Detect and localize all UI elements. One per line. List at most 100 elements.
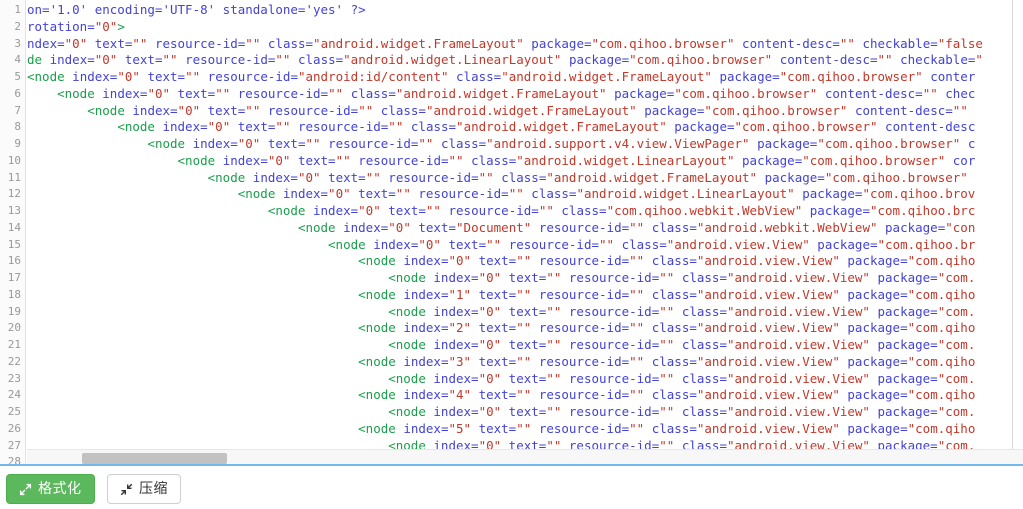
code-token-val: "" — [395, 186, 411, 202]
code-token-punc — [290, 52, 298, 67]
code-token-punc — [893, 52, 901, 67]
compress-button[interactable]: 压缩 — [106, 474, 181, 504]
code-token-val: "android.view.View" — [666, 236, 810, 252]
horizontal-scrollbar-thumb[interactable] — [82, 453, 227, 464]
code-token-punc — [501, 304, 509, 319]
code-token-val: "com.qihoo.webkit.WebView" — [606, 203, 803, 218]
code-token-attr: text= — [478, 420, 517, 436]
code-token-attr: package= — [531, 35, 592, 51]
code-token-val: "android.widget.FrameLayout" — [313, 35, 524, 51]
code-content-area[interactable]: on='1.0' encoding='UTF-8' standalone='ye… — [27, 0, 1012, 464]
code-token-attr: text= — [478, 253, 517, 269]
line-number: 26 — [7, 421, 21, 435]
code-token-tag: <node — [328, 236, 366, 252]
code-token-attr: text= — [418, 219, 457, 235]
code-token-val: "" — [629, 353, 645, 369]
code-token-punc — [441, 203, 449, 218]
code-token-val: "" — [275, 119, 291, 135]
line-number: 14 — [7, 220, 21, 234]
code-token-tag: <node — [267, 203, 306, 218]
code-line: <node index="0" text="" resource-id="" c… — [27, 253, 983, 270]
code-token-punc — [147, 36, 155, 51]
code-token-attr: text= — [478, 320, 517, 336]
code-token-attr: text= — [478, 286, 517, 302]
code-token-attr: text= — [207, 102, 246, 118]
code-token-attr: resource-id= — [267, 102, 359, 118]
code-token-val: "" — [328, 85, 344, 101]
code-token-punc — [561, 304, 569, 319]
code-token-punc — [321, 136, 329, 151]
vertical-scrollbar-track[interactable] — [1012, 0, 1023, 464]
code-token-attr: class= — [441, 136, 487, 151]
code-line: <node index="0" text="" resource-id="" c… — [27, 136, 983, 153]
code-token-val: "android.widget.FrameLayout" — [395, 85, 607, 101]
code-token-val: "com.qiho — [907, 387, 976, 403]
code-token-punc — [802, 203, 810, 218]
code-token-punc — [870, 304, 878, 319]
code-token-attr: package= — [847, 286, 908, 302]
code-token-val: "com.qiho — [907, 253, 976, 269]
code-token-val: "" — [516, 420, 532, 436]
format-button-label: 格式化 — [38, 481, 82, 497]
line-number: 3 — [14, 36, 21, 50]
line-number: 8 — [14, 120, 21, 134]
code-token-attr: index= — [373, 236, 419, 252]
code-token-val: "Document" — [456, 219, 532, 235]
line-number: 12 — [7, 187, 21, 201]
code-token-punc — [945, 153, 953, 168]
code-token-attr: class= — [681, 404, 727, 419]
code-line: <node index="0" text="" resource-id="" c… — [27, 186, 983, 203]
code-token-attr: checkable= — [900, 52, 976, 68]
code-token-attr: index= — [433, 370, 479, 386]
code-token-attr: text= — [147, 69, 186, 84]
code-token-attr: index= — [49, 52, 95, 68]
code-token-punc — [471, 354, 479, 369]
code-token-tag: > — [117, 18, 125, 34]
horizontal-scrollbar[interactable] — [27, 449, 1023, 464]
code-line: <node index="0" text="" resource-id="" c… — [27, 304, 983, 321]
code-token-attr: resource-id= — [538, 286, 630, 302]
code-token-val: "0" — [177, 102, 201, 118]
line-number: 6 — [14, 86, 21, 100]
code-token-attr: resource-id= — [185, 52, 276, 68]
code-editor[interactable]: 1 2 3 4 5 6 7 8 9 10 11 12 13 14 15 16 17 18 19 20 21 22 23 24 2… — [0, 0, 1023, 466]
code-token-punc — [531, 220, 539, 235]
code-token-val: "" — [508, 186, 524, 202]
code-token-attr: text= — [267, 136, 306, 151]
code-token-val: "" — [335, 152, 351, 168]
code-line: rotation="0"> — [27, 19, 983, 36]
code-line: <node index="0" text="" resource-id="" c… — [27, 86, 983, 103]
code-token-punc — [321, 170, 329, 185]
code-token-punc — [501, 337, 509, 352]
code-token-val: "0" — [64, 35, 88, 51]
code-token-val: "com.qihoo.browser" — [734, 119, 878, 135]
code-token-attr: class= — [651, 320, 697, 336]
code-token-attr: class= — [651, 253, 697, 269]
code-token-val: "0" — [358, 203, 381, 218]
code-token-attr: index= — [252, 169, 298, 185]
code-token-attr: resource-id= — [568, 370, 660, 386]
code-token-val: "" — [659, 337, 675, 352]
code-token-attr: package= — [674, 119, 735, 135]
code-token-val: "0" — [478, 370, 502, 386]
code-token-attr: class= — [471, 152, 517, 168]
code-token-val: "android.view.View" — [696, 420, 840, 436]
code-token-val: "" — [599, 236, 615, 252]
code-token-val: "com.qiho — [907, 286, 976, 302]
xml-formatter-page: 1 2 3 4 5 6 7 8 9 10 11 12 13 14 15 16 17 18 19 20 21 22 23 24 2… — [0, 0, 1023, 509]
code-token-tag: de — [27, 52, 43, 68]
code-token-val: "0" — [94, 18, 118, 34]
code-token-punc — [260, 103, 268, 118]
code-token-punc — [772, 52, 780, 67]
code-token-val: "android.widget.FrameLayout" — [501, 69, 712, 84]
code-token-attr: index= — [403, 320, 449, 336]
code-token-attr: resource-id= — [538, 420, 630, 436]
format-button[interactable]: 格式化 — [6, 474, 95, 504]
code-token-punc — [170, 86, 178, 101]
code-token-tag: <node — [358, 420, 396, 436]
code-token-attr: resource-id= — [388, 169, 479, 185]
code-token-attr: index= — [403, 387, 449, 403]
code-token-attr: class= — [651, 353, 697, 369]
code-token-val: "android.view.View" — [696, 387, 840, 403]
code-line: <node index="5" text="" resource-id="" c… — [27, 421, 983, 438]
